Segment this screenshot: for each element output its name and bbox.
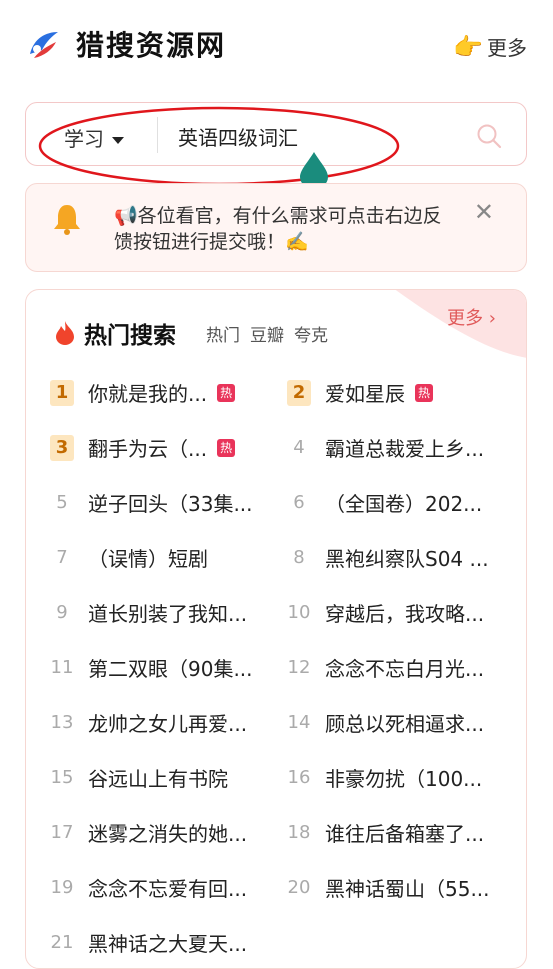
item-title: 霸道总裁爱上乡... [325,437,485,461]
rank-number: 4 [293,436,305,458]
rank-number: 14 [287,711,311,733]
hot-search-item[interactable]: 3 翻手为云（... 热 [50,433,236,462]
item-title: 非豪勿扰（100... [325,767,483,791]
site-logo-icon[interactable] [26,28,60,62]
rank-number: 17 [50,821,74,843]
hot-search-item[interactable]: 1 你就是我的... 热 [50,378,236,407]
tab-quark[interactable]: 夸克 [294,326,328,346]
hot-search-item[interactable]: 16 非豪勿扰（100... [287,763,483,792]
hot-search-item[interactable]: 14 顾总以死相逼求... [287,708,485,737]
item-title: 顾总以死相逼求... [325,712,485,736]
search-icon[interactable] [476,123,502,149]
flame-icon [56,321,74,345]
hot-search-item[interactable]: 10 穿越后，我攻略... [287,598,485,627]
item-title: 逆子回头（33集... [88,492,253,516]
item-title: 念念不忘白月光... [325,657,485,681]
item-title: 黑神话蜀山（55... [325,877,490,901]
hot-tabs: 热门 豆瓣 夸克 [206,321,338,346]
pointing-hand-icon: 👉 [453,32,483,61]
hot-badge: 热 [217,383,236,402]
item-title: （误情）短剧 [88,547,208,571]
item-title: （全国卷）202... [325,492,483,516]
hot-search-item[interactable]: 13 龙帅之女儿再爱... [50,708,248,737]
hot-search-item[interactable]: 8 黑袍纠察队S04 ... [287,543,489,572]
item-title: 道长别装了我知... [88,602,248,626]
item-title: 黑神话之大夏天... [88,932,248,956]
hot-search-item[interactable]: 21 黑神话之大夏天... [50,928,248,957]
hot-search-item[interactable]: 19 念念不忘爱有回... [50,873,248,902]
hot-search-item[interactable]: 20 黑神话蜀山（55... [287,873,490,902]
hot-search-item[interactable]: 17 迷雾之消失的她... [50,818,248,847]
hot-search-title: 热门搜索 [84,323,176,349]
hot-search-item[interactable]: 12 念念不忘白月光... [287,653,485,682]
rank-number: 21 [50,931,74,953]
rank-number: 11 [50,656,74,678]
rank-number: 19 [50,876,74,898]
hot-search-item[interactable]: 2 爱如星辰热 [287,378,434,407]
item-title: 翻手为云（... [88,437,208,461]
item-title: 念念不忘爱有回... [88,877,248,901]
tab-douban[interactable]: 豆瓣 [250,326,284,346]
hot-search-item[interactable]: 4 霸道总裁爱上乡... [287,433,484,462]
annotation-ellipse [38,106,400,186]
rank-number: 2 [287,379,311,406]
hot-search-item[interactable]: 15 谷远山上有书院 [50,763,228,792]
hot-search-item[interactable]: 6 （全国卷）202... [287,488,482,517]
more-menu-button[interactable]: 👉 更多 [453,32,527,61]
rank-number: 5 [56,491,68,513]
rank-number: 10 [287,601,311,623]
hot-search-item[interactable]: 7 （误情）短剧 [50,543,208,572]
more-menu-label: 更多 [487,36,527,60]
item-title: 谁往后备箱塞了... [325,822,485,846]
rank-number: 15 [50,766,74,788]
hot-search-item[interactable]: 9 道长别装了我知... [50,598,247,627]
header: 猎搜资源网 👉 更多 [0,0,553,90]
rank-number: 12 [287,656,311,678]
rank-number: 18 [287,821,311,843]
close-icon[interactable]: ✕ [474,200,494,224]
rank-number: 16 [287,766,311,788]
rank-number: 8 [293,546,305,568]
hot-search-panel: 更多 › 热门搜索 热门 豆瓣 夸克 1 你就是我的... 热 2 爱如星辰热 3 翻手为云（.… [25,289,527,969]
hot-badge: 热 [415,383,434,402]
item-title: 黑袍纠察队S04 ... [325,547,489,571]
rank-number: 7 [56,546,68,568]
notice-banner: 📢各位看官，有什么需求可点击右边反馈按钮进行提交哦！✍️ ✕ [25,183,527,272]
rank-number: 20 [287,876,311,898]
hot-search-item[interactable]: 18 谁往后备箱塞了... [287,818,485,847]
rank-number: 3 [50,434,74,461]
item-title: 穿越后，我攻略... [325,602,485,626]
hot-badge: 热 [217,438,236,457]
item-title: 龙帅之女儿再爱... [88,712,248,736]
notice-text: 📢各位看官，有什么需求可点击右边反馈按钮进行提交哦！✍️ [114,205,442,253]
rank-number: 1 [50,379,74,406]
item-title: 爱如星辰 [325,382,405,406]
item-title: 第二双眼（90集... [88,657,253,681]
rank-number: 9 [56,601,68,623]
hot-search-item[interactable]: 5 逆子回头（33集... [50,488,253,517]
item-title: 迷雾之消失的她... [88,822,248,846]
rank-number: 6 [293,491,305,513]
bell-icon [54,205,80,235]
hot-more-button[interactable]: 更多 › [447,304,496,330]
rank-number: 13 [50,711,74,733]
tab-hot[interactable]: 热门 [206,326,240,346]
item-title: 谷远山上有书院 [88,767,228,791]
site-title[interactable]: 猎搜资源网 [76,24,226,64]
hot-search-item[interactable]: 11 第二双眼（90集... [50,653,253,682]
item-title: 你就是我的... [88,382,208,406]
